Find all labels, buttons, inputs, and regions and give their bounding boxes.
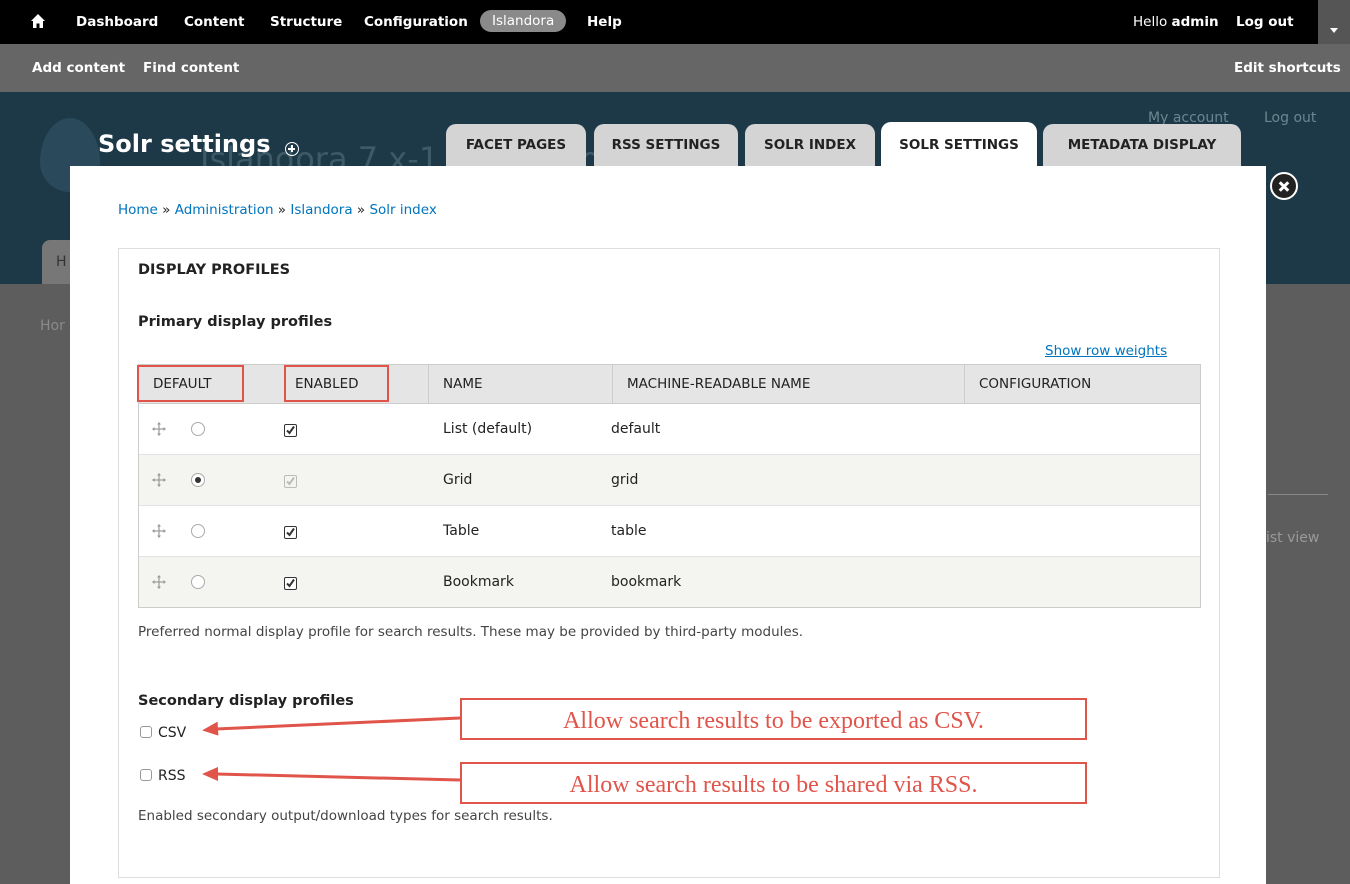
table-row: Table table: [139, 506, 1200, 557]
default-radio[interactable]: [191, 473, 205, 487]
shortcut-bar: Add content Find content Edit shortcuts: [0, 44, 1350, 92]
close-icon[interactable]: [1270, 172, 1298, 200]
background-home-text: Hor: [40, 318, 65, 334]
tab-solr-index[interactable]: SOLR INDEX: [745, 124, 875, 166]
rss-callout: Allow search results to be shared via RS…: [460, 762, 1087, 804]
option-rss[interactable]: RSS: [140, 768, 186, 784]
drag-handle-icon[interactable]: [151, 472, 167, 488]
enabled-checkbox[interactable]: [284, 422, 297, 437]
home-icon[interactable]: [30, 13, 46, 29]
add-content-link[interactable]: Add content: [32, 44, 125, 92]
toolbar-dashboard[interactable]: Dashboard: [76, 0, 158, 44]
rss-label: RSS: [158, 768, 186, 784]
enabled-checkbox[interactable]: [284, 575, 297, 590]
greeting-user[interactable]: admin: [1172, 14, 1219, 30]
profile-machine-name: default: [611, 421, 661, 437]
breadcrumb-solr-index[interactable]: Solr index: [369, 202, 436, 218]
breadcrumb-islandora[interactable]: Islandora: [290, 202, 352, 218]
admin-toolbar: Dashboard Content Structure Configuratio…: [0, 0, 1350, 44]
column-name: NAME: [428, 365, 612, 403]
enabled-checkbox: [284, 473, 297, 488]
breadcrumb-administration[interactable]: Administration: [175, 202, 274, 218]
page-title: Solr settings: [98, 130, 271, 158]
rss-arrow-icon: [202, 767, 461, 782]
table-row: List (default) default: [139, 404, 1200, 455]
profile-name: Table: [443, 523, 480, 539]
background-log-out: Log out: [1264, 110, 1317, 126]
option-csv[interactable]: CSV: [140, 725, 186, 741]
add-shortcut-icon[interactable]: [285, 142, 299, 156]
default-header-highlight: [137, 365, 244, 402]
toolbar-configuration[interactable]: Configuration: [364, 0, 468, 44]
fieldset-legend: DISPLAY PROFILES: [138, 262, 291, 278]
rss-checkbox[interactable]: [140, 769, 152, 781]
background-tab-label: H: [56, 254, 67, 270]
table-row: Bookmark bookmark: [139, 557, 1200, 607]
find-content-link[interactable]: Find content: [143, 44, 239, 92]
table-row: Grid grid: [139, 455, 1200, 506]
default-radio[interactable]: [191, 422, 205, 436]
csv-label: CSV: [158, 725, 187, 741]
column-configuration: CONFIGURATION: [964, 365, 1200, 403]
default-radio[interactable]: [191, 524, 205, 538]
csv-arrow-icon: [202, 716, 461, 736]
edit-shortcuts-link[interactable]: Edit shortcuts: [1234, 44, 1341, 92]
csv-checkbox[interactable]: [140, 726, 152, 738]
enabled-header-highlight: [284, 365, 389, 402]
column-machine-name: MACHINE-READABLE NAME: [612, 365, 964, 403]
drag-handle-icon[interactable]: [151, 421, 167, 437]
tab-metadata-display[interactable]: METADATA DISPLAY: [1043, 124, 1241, 166]
shortcut-toggle-button[interactable]: [1318, 0, 1350, 44]
breadcrumb-home[interactable]: Home: [118, 202, 158, 218]
table-body: List (default) default Grid grid Table table B…: [139, 404, 1200, 607]
profile-name: Bookmark: [443, 574, 514, 590]
background-divider: [1268, 494, 1328, 495]
toolbar-structure[interactable]: Structure: [270, 0, 342, 44]
profile-machine-name: table: [611, 523, 647, 539]
toolbar-help[interactable]: Help: [587, 0, 622, 44]
tab-rss-settings[interactable]: RSS SETTINGS: [594, 124, 738, 166]
greeting-prefix: Hello: [1133, 14, 1172, 30]
toolbar-greeting: Hello admin: [1133, 0, 1219, 44]
background-list-view: ist view: [1266, 530, 1320, 546]
chevron-down-icon: [1330, 28, 1338, 33]
profile-name: Grid: [443, 472, 473, 488]
tab-solr-settings[interactable]: SOLR SETTINGS: [881, 122, 1037, 170]
drag-handle-icon[interactable]: [151, 574, 167, 590]
show-row-weights-link[interactable]: Show row weights: [1045, 343, 1167, 359]
toolbar-content[interactable]: Content: [184, 0, 244, 44]
profile-name: List (default): [443, 421, 533, 437]
secondary-description: Enabled secondary output/download types …: [138, 808, 553, 824]
toolbar-islandora[interactable]: Islandora: [480, 10, 567, 32]
profile-machine-name: grid: [611, 472, 639, 488]
csv-callout: Allow search results to be exported as C…: [460, 698, 1087, 740]
primary-heading: Primary display profiles: [138, 314, 333, 330]
enabled-checkbox[interactable]: [284, 524, 297, 539]
default-radio[interactable]: [191, 575, 205, 589]
primary-description: Preferred normal display profile for sea…: [138, 624, 804, 640]
profile-machine-name: bookmark: [611, 574, 682, 590]
toolbar-logout[interactable]: Log out: [1236, 0, 1294, 44]
breadcrumb: Home » Administration » Islandora » Solr…: [118, 202, 437, 218]
tab-facet-pages[interactable]: FACET PAGES: [446, 124, 586, 166]
drag-handle-icon[interactable]: [151, 523, 167, 539]
secondary-heading: Secondary display profiles: [138, 693, 354, 709]
